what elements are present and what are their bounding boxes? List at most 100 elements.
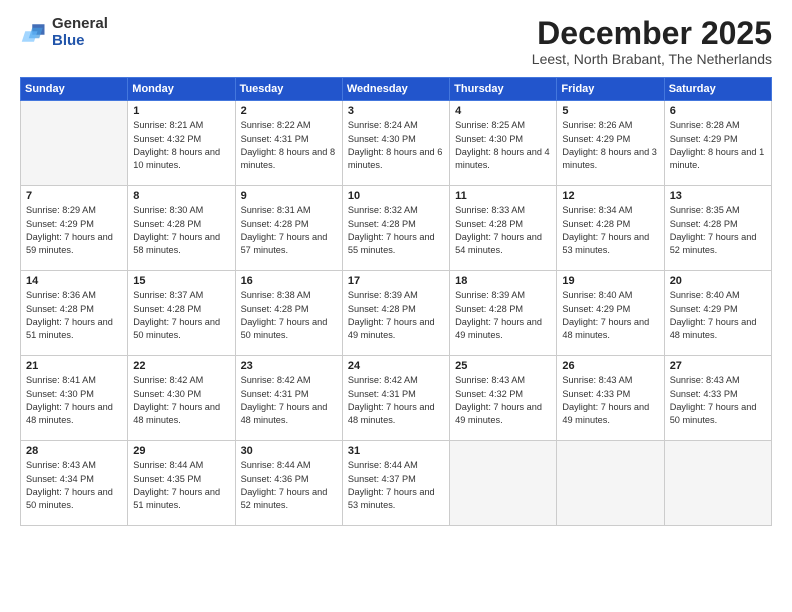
logo: General Blue [20, 16, 108, 49]
day-number: 12 [562, 190, 658, 202]
day-number: 23 [241, 360, 337, 372]
table-row: 5Sunrise: 8:26 AMSunset: 4:29 PMDaylight… [557, 101, 664, 186]
table-row: 23Sunrise: 8:42 AMSunset: 4:31 PMDayligh… [235, 356, 342, 441]
table-row [450, 441, 557, 526]
table-row [664, 441, 771, 526]
day-info: Sunrise: 8:39 AMSunset: 4:28 PMDaylight:… [455, 289, 551, 342]
table-row: 11 Sunrise: 8:33 AMSunset: 4:28 PMDayligh… [450, 186, 557, 271]
day-info: Sunrise: 8:36 AMSunset: 4:28 PMDaylight:… [26, 289, 122, 342]
col-tuesday: Tuesday [235, 78, 342, 101]
logo-blue-label: Blue [52, 33, 108, 50]
day-info: Sunrise: 8:40 AMSunset: 4:29 PMDaylight:… [670, 289, 766, 342]
day-info: Sunrise: 8:44 AMSunset: 4:37 PMDaylight:… [348, 459, 444, 512]
day-info: Sunrise: 8:34 AMSunset: 4:28 PMDaylight:… [562, 204, 658, 257]
day-number: 28 [26, 445, 122, 457]
day-info: Sunrise: 8:38 AMSunset: 4:28 PMDaylight:… [241, 289, 337, 342]
page: General Blue December 2025 Leest, North … [0, 0, 792, 612]
day-info: Sunrise: 8:25 AMSunset: 4:30 PMDaylight:… [455, 119, 551, 172]
day-number: 8 [133, 190, 229, 202]
table-row: 14 Sunrise: 8:36 AMSunset: 4:28 PMDayligh… [21, 271, 128, 356]
day-info: Sunrise: 8:30 AMSunset: 4:28 PMDaylight:… [133, 204, 229, 257]
day-info: Sunrise: 8:22 AMSunset: 4:31 PMDaylight:… [241, 119, 337, 172]
col-thursday: Thursday [450, 78, 557, 101]
logo-text: General Blue [52, 16, 108, 49]
table-row: 27 Sunrise: 8:43 AMSunset: 4:33 PMDayligh… [664, 356, 771, 441]
table-row: 16 Sunrise: 8:38 AMSunset: 4:28 PMDayligh… [235, 271, 342, 356]
day-number: 19 [562, 275, 658, 287]
day-number: 1 [133, 105, 229, 117]
table-row: 17 Sunrise: 8:39 AMSunset: 4:28 PMDayligh… [342, 271, 449, 356]
day-number: 9 [241, 190, 337, 202]
day-number: 10 [348, 190, 444, 202]
day-info: Sunrise: 8:39 AMSunset: 4:28 PMDaylight:… [348, 289, 444, 342]
table-row: 21 Sunrise: 8:41 AMSunset: 4:30 PMDayligh… [21, 356, 128, 441]
day-info: Sunrise: 8:41 AMSunset: 4:30 PMDaylight:… [26, 374, 122, 427]
day-info: Sunrise: 8:28 AMSunset: 4:29 PMDaylight:… [670, 119, 766, 172]
day-info: Sunrise: 8:44 AMSunset: 4:36 PMDaylight:… [241, 459, 337, 512]
day-number: 15 [133, 275, 229, 287]
table-row: 8 Sunrise: 8:30 AMSunset: 4:28 PMDaylight… [128, 186, 235, 271]
table-row: 29 Sunrise: 8:44 AMSunset: 4:35 PMDayligh… [128, 441, 235, 526]
day-number: 3 [348, 105, 444, 117]
day-number: 21 [26, 360, 122, 372]
day-info: Sunrise: 8:35 AMSunset: 4:28 PMDaylight:… [670, 204, 766, 257]
day-number: 25 [455, 360, 551, 372]
day-number: 6 [670, 105, 766, 117]
calendar-week-row: 28 Sunrise: 8:43 AMSunset: 4:34 PMDayligh… [21, 441, 772, 526]
table-row: 19 Sunrise: 8:40 AMSunset: 4:29 PMDayligh… [557, 271, 664, 356]
day-number: 24 [348, 360, 444, 372]
day-number: 30 [241, 445, 337, 457]
table-row: 4 Sunrise: 8:25 AMSunset: 4:30 PMDaylight… [450, 101, 557, 186]
day-number: 26 [562, 360, 658, 372]
table-row: 22Sunrise: 8:42 AMSunset: 4:30 PMDayligh… [128, 356, 235, 441]
day-number: 5 [562, 105, 658, 117]
day-number: 29 [133, 445, 229, 457]
day-number: 14 [26, 275, 122, 287]
table-row: 24Sunrise: 8:42 AMSunset: 4:31 PMDayligh… [342, 356, 449, 441]
calendar-week-row: 1 Sunrise: 8:21 AMSunset: 4:32 PMDaylight… [21, 101, 772, 186]
location-title: Leest, North Brabant, The Netherlands [532, 51, 772, 67]
day-number: 16 [241, 275, 337, 287]
table-row: 1 Sunrise: 8:21 AMSunset: 4:32 PMDaylight… [128, 101, 235, 186]
calendar-week-row: 7 Sunrise: 8:29 AMSunset: 4:29 PMDaylight… [21, 186, 772, 271]
day-info: Sunrise: 8:40 AMSunset: 4:29 PMDaylight:… [562, 289, 658, 342]
day-info: Sunrise: 8:33 AMSunset: 4:28 PMDaylight:… [455, 204, 551, 257]
weekday-header-row: Sunday Monday Tuesday Wednesday Thursday… [21, 78, 772, 101]
table-row: 12 Sunrise: 8:34 AMSunset: 4:28 PMDayligh… [557, 186, 664, 271]
day-info: Sunrise: 8:21 AMSunset: 4:32 PMDaylight:… [133, 119, 229, 172]
day-info: Sunrise: 8:43 AMSunset: 4:34 PMDaylight:… [26, 459, 122, 512]
table-row: 7 Sunrise: 8:29 AMSunset: 4:29 PMDaylight… [21, 186, 128, 271]
day-info: Sunrise: 8:31 AMSunset: 4:28 PMDaylight:… [241, 204, 337, 257]
day-info: Sunrise: 8:43 AMSunset: 4:32 PMDaylight:… [455, 374, 551, 427]
day-info: Sunrise: 8:29 AMSunset: 4:29 PMDaylight:… [26, 204, 122, 257]
day-number: 17 [348, 275, 444, 287]
table-row: 10 Sunrise: 8:32 AMSunset: 4:28 PMDayligh… [342, 186, 449, 271]
col-sunday: Sunday [21, 78, 128, 101]
table-row: 13Sunrise: 8:35 AMSunset: 4:28 PMDayligh… [664, 186, 771, 271]
table-row: 9 Sunrise: 8:31 AMSunset: 4:28 PMDaylight… [235, 186, 342, 271]
day-info: Sunrise: 8:44 AMSunset: 4:35 PMDaylight:… [133, 459, 229, 512]
table-row: 15Sunrise: 8:37 AMSunset: 4:28 PMDayligh… [128, 271, 235, 356]
table-row: 18 Sunrise: 8:39 AMSunset: 4:28 PMDayligh… [450, 271, 557, 356]
col-saturday: Saturday [664, 78, 771, 101]
day-info: Sunrise: 8:24 AMSunset: 4:30 PMDaylight:… [348, 119, 444, 172]
table-row: 3 Sunrise: 8:24 AMSunset: 4:30 PMDaylight… [342, 101, 449, 186]
calendar-week-row: 14 Sunrise: 8:36 AMSunset: 4:28 PMDayligh… [21, 271, 772, 356]
table-row: 6 Sunrise: 8:28 AMSunset: 4:29 PMDaylight… [664, 101, 771, 186]
table-row: 31 Sunrise: 8:44 AMSunset: 4:37 PMDayligh… [342, 441, 449, 526]
day-number: 31 [348, 445, 444, 457]
day-number: 22 [133, 360, 229, 372]
day-info: Sunrise: 8:43 AMSunset: 4:33 PMDaylight:… [670, 374, 766, 427]
day-number: 4 [455, 105, 551, 117]
table-row: 20Sunrise: 8:40 AMSunset: 4:29 PMDayligh… [664, 271, 771, 356]
day-number: 7 [26, 190, 122, 202]
col-friday: Friday [557, 78, 664, 101]
table-row: 25 Sunrise: 8:43 AMSunset: 4:32 PMDayligh… [450, 356, 557, 441]
day-number: 18 [455, 275, 551, 287]
col-monday: Monday [128, 78, 235, 101]
day-number: 27 [670, 360, 766, 372]
day-number: 11 [455, 190, 551, 202]
day-number: 2 [241, 105, 337, 117]
title-block: December 2025 Leest, North Brabant, The … [532, 16, 772, 67]
day-info: Sunrise: 8:32 AMSunset: 4:28 PMDaylight:… [348, 204, 444, 257]
